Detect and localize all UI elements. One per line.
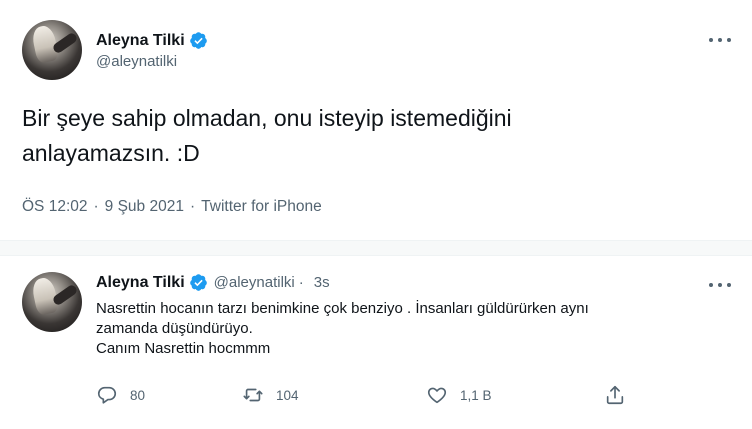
heart-icon (427, 387, 447, 404)
tweet-text-line: Canım Nasrettin hocmmm (96, 340, 271, 357)
author-name-row[interactable]: Aleyna Tilki (96, 31, 208, 50)
meta-separator: · (189, 198, 196, 215)
tweet-metadata: ÖS 12:02 · 9 Şub 2021 · Twitter for iPho… (22, 198, 322, 216)
tweet-date[interactable]: 9 Şub 2021 (105, 198, 184, 216)
avatar[interactable] (22, 20, 82, 80)
tweet-text-line: zamanda düşündürüyo. (96, 320, 253, 337)
tweet-time[interactable]: ÖS 12:02 (22, 198, 88, 216)
retweet-button[interactable]: 104 (242, 383, 299, 407)
avatar[interactable] (22, 272, 82, 332)
main-tweet: Aleyna Tilki @aleynatilki Bir şeye sahip… (0, 0, 752, 246)
verified-badge-icon (189, 32, 207, 49)
share-button[interactable] (604, 383, 626, 407)
author-handle[interactable]: @aleynatilki (214, 274, 295, 291)
retweet-count: 104 (276, 387, 299, 403)
tweet-actions: 80 104 1,1 B (96, 383, 656, 407)
tweet-text-line: Bir şeye sahip olmadan, onu isteyip iste… (22, 105, 512, 131)
tweet-text-line: anlayamazsın. :D (22, 140, 200, 166)
tweet-text: Bir şeye sahip olmadan, onu isteyip iste… (22, 101, 722, 171)
more-options-icon[interactable] (709, 36, 731, 44)
retweet-icon (243, 388, 263, 402)
author-handle[interactable]: @aleynatilki (96, 53, 177, 70)
reply-button[interactable]: 80 (96, 383, 145, 407)
share-icon (606, 385, 624, 405)
like-button[interactable]: 1,1 B (426, 383, 492, 407)
divider (0, 240, 752, 256)
verified-badge-icon (189, 274, 207, 291)
author-name-row: Aleyna Tilki @aleynatilki · 3s (96, 273, 330, 292)
reply-count: 80 (130, 387, 146, 403)
tweet-source[interactable]: Twitter for iPhone (201, 198, 322, 216)
display-name[interactable]: Aleyna Tilki (96, 274, 185, 292)
tweet-text: Nasrettin hocanın tarzı benimkine çok be… (96, 299, 736, 359)
like-count: 1,1 B (460, 387, 492, 403)
more-options-icon[interactable] (709, 281, 731, 289)
display-name[interactable]: Aleyna Tilki (96, 32, 185, 50)
reply-icon (97, 386, 117, 404)
tweet-text-line: Nasrettin hocanın tarzı benimkine çok be… (96, 300, 589, 317)
meta-separator: · (93, 198, 99, 215)
meta-separator: · (298, 274, 304, 291)
tweet-age[interactable]: 3s (314, 274, 330, 291)
